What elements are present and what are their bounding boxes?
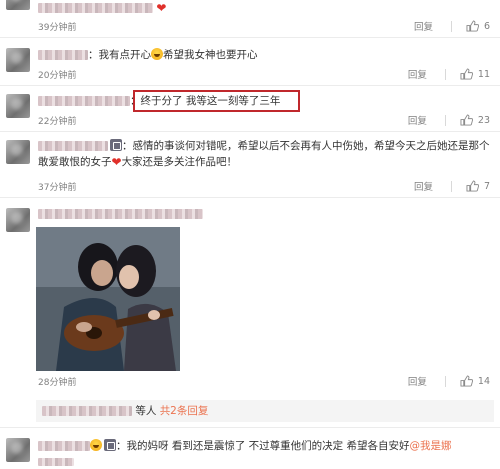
comment-actions: 回复 11 [408,67,490,81]
comment-text-2: 大家还是多关注作品吧！ [121,156,238,168]
avatar[interactable] [6,94,30,118]
username-blurred[interactable] [38,50,88,60]
divider [444,68,446,80]
avatar[interactable] [6,208,30,232]
divider [450,20,452,32]
like-count: 23 [477,114,490,126]
reply-button[interactable]: 回复 [414,179,433,193]
comment-1-text: ❤ [38,0,166,16]
comment-actions: 回复 14 [408,374,490,388]
comment-2-text: ：我有点开心 希望我女神也要开心 [38,47,258,63]
username-blurred[interactable] [38,458,74,466]
comment-6-overflow [38,454,74,469]
username-blurred[interactable] [38,96,130,106]
comment-time: 39分钟前 [38,23,77,33]
like-count: 7 [483,180,490,192]
comment-6: ：我的妈呀 看到还是震惊了 不过尊重他们的决定 希望各自安好@我是娜 [0,428,500,469]
username-blurred[interactable] [38,3,153,13]
divider [450,180,452,192]
like-count: 6 [483,20,490,32]
comment-text-2: 希望我女神也要开心 [163,49,258,61]
username-blurred[interactable] [42,406,132,416]
like-count: 14 [477,375,490,387]
heart-emoji: ❤ [111,155,122,169]
thumb-up-icon[interactable] [460,114,473,126]
mention-link[interactable]: @我是娜 [410,440,452,452]
comment-6-text: ：我的妈呀 看到还是震惊了 不过尊重他们的决定 希望各自安好@我是娜 [38,438,452,454]
reply-button[interactable]: 回复 [408,113,427,127]
photo-illustration [36,227,180,371]
comment-4-text: ：感情的事谈何对错呢，希望以后不会再有人中伤她，希望今天之后她还是那个敢爱敢恨的… [38,139,490,169]
divider [444,375,446,387]
comment-time: 22分钟前 [38,117,77,127]
comment-5-text [38,206,203,222]
sub-replies-who: 等人 [135,405,157,417]
thumb-up-icon[interactable] [460,375,473,387]
comment-actions: 回复 23 [408,113,490,127]
comment-time: 37分钟前 [38,183,77,193]
comment-4: ：感情的事谈何对错呢，希望以后不会再有人中伤她，希望今天之后她还是那个敢爱敢恨的… [0,132,500,198]
comment-1: ❤ 39分钟前 回复 6 [0,0,500,38]
thumb-up-icon[interactable] [466,180,479,192]
username-blurred[interactable] [38,209,203,219]
comment-2: ：我有点开心 希望我女神也要开心 20分钟前 回复 11 [0,38,500,86]
grin-emoji [90,439,102,451]
comment-time: 28分钟前 [38,378,77,388]
comment-photo[interactable] [36,227,180,371]
sub-replies[interactable]: 等人 共2条回复 [36,400,494,422]
username-blurred[interactable] [38,441,90,451]
like-count: 11 [477,68,490,80]
comment-text: 我有点开心 [98,49,152,61]
reply-button[interactable]: 回复 [414,19,433,33]
heart-emoji: ❤ [156,1,167,15]
reply-button[interactable]: 回复 [408,374,427,388]
comment-time: 20分钟前 [38,71,77,81]
avatar[interactable] [6,0,30,10]
avatar[interactable] [6,48,30,72]
comment-actions: 回复 6 [414,19,490,33]
badge-icon [104,439,116,451]
thumb-up-icon[interactable] [466,20,479,32]
comment-text: 我的妈呀 看到还是震惊了 不过尊重他们的决定 希望各自安好 [126,440,410,452]
comment-actions: 回复 7 [414,179,490,193]
badge-icon [110,139,122,151]
avatar[interactable] [6,140,30,164]
username-blurred[interactable] [38,141,108,151]
avatar[interactable] [6,438,30,462]
divider [444,114,446,126]
reply-button[interactable]: 回复 [408,67,427,81]
highlight-box [133,90,300,112]
grin-emoji [151,48,163,60]
thumb-up-icon[interactable] [460,68,473,80]
more-replies-link[interactable]: 共2条回复 [160,405,209,417]
